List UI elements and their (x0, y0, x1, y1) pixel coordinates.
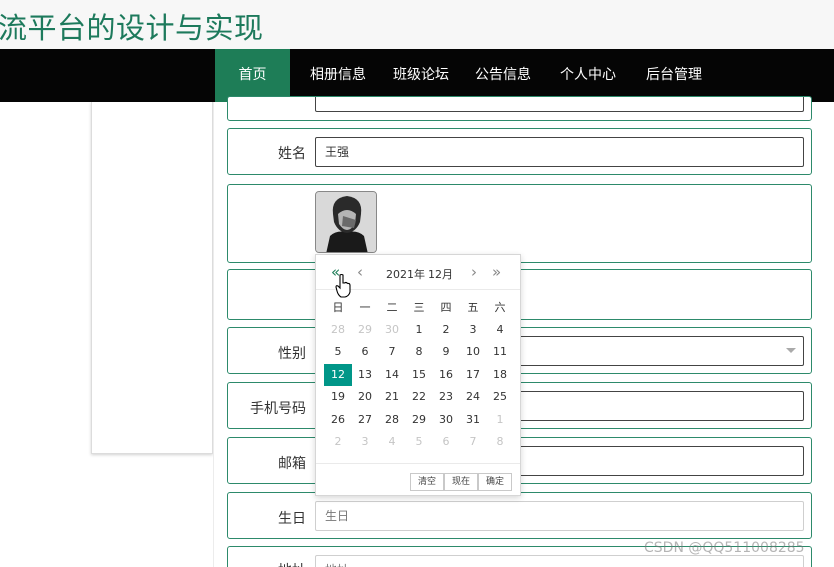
weekday-header: 五 (467, 301, 479, 314)
calendar-day[interactable]: 18 (487, 365, 513, 385)
birthday-input[interactable]: 生日 (315, 501, 804, 531)
gender-label: 性别 (278, 346, 306, 362)
calendar-day[interactable]: 8 (406, 342, 432, 362)
nav-item-albums[interactable]: 相册信息 (300, 49, 376, 102)
calendar-day[interactable]: 25 (487, 387, 513, 407)
calendar-day[interactable]: 30 (433, 410, 459, 430)
calendar-day[interactable]: 8 (487, 432, 513, 452)
calendar-day[interactable]: 30 (379, 320, 405, 340)
calendar-day[interactable]: 13 (352, 365, 378, 385)
calendar-day[interactable]: 3 (460, 320, 486, 340)
calendar-day[interactable]: 17 (460, 365, 486, 385)
site-header: 流平台的设计与实现 (0, 0, 834, 49)
calendar-day[interactable]: 28 (379, 410, 405, 430)
calendar-day[interactable]: 21 (379, 387, 405, 407)
address-input[interactable]: 地址 (315, 555, 804, 567)
calendar-day[interactable]: 28 (325, 320, 351, 340)
calendar-day[interactable]: 2 (433, 320, 459, 340)
watermark: CSDN @QQ511008285 (644, 540, 805, 556)
now-button[interactable]: 现在 (444, 473, 478, 491)
avatar-photo-icon (316, 192, 376, 252)
calendar-day[interactable]: 5 (406, 432, 432, 452)
calendar-day[interactable]: 22 (406, 387, 432, 407)
calendar-day[interactable]: 16 (433, 365, 459, 385)
weekday-header: 日 (332, 301, 344, 314)
weekday-header: 三 (413, 301, 425, 314)
calendar-year[interactable]: 2021年 (386, 266, 425, 282)
form-row-top (227, 96, 812, 121)
nav-item-home[interactable]: 首页 (215, 49, 290, 102)
nav-item-forum[interactable]: 班级论坛 (384, 49, 458, 102)
next-month-icon[interactable]: › (471, 264, 477, 280)
calendar-day[interactable]: 14 (379, 365, 405, 385)
nav-item-notices[interactable]: 公告信息 (466, 49, 540, 102)
weekday-header: 四 (440, 301, 452, 314)
avatar[interactable] (315, 191, 377, 253)
calendar-day[interactable]: 4 (487, 320, 513, 340)
calendar-day[interactable]: 2 (325, 432, 351, 452)
calendar-day[interactable]: 29 (406, 410, 432, 430)
calendar-day[interactable]: 7 (460, 432, 486, 452)
calendar-day[interactable]: 29 (352, 320, 378, 340)
date-picker-footer: 清空 现在 确定 (316, 463, 520, 496)
calendar-month[interactable]: 12月 (428, 266, 453, 282)
left-sidebar-panel (91, 102, 213, 454)
main-nav: 首页 相册信息 班级论坛 公告信息 个人中心 后台管理 (0, 49, 834, 102)
hand-cursor-icon (335, 273, 351, 298)
calendar-day[interactable]: 19 (325, 387, 351, 407)
prev-month-icon[interactable]: ‹ (357, 264, 363, 280)
calendar-day[interactable]: 31 (460, 410, 486, 430)
calendar-day[interactable]: 5 (325, 342, 351, 362)
calendar-day[interactable]: 24 (460, 387, 486, 407)
name-input[interactable]: 王强 (315, 137, 804, 167)
weekday-header: 六 (494, 301, 506, 314)
calendar-day[interactable]: 15 (406, 365, 432, 385)
calendar-day[interactable]: 11 (487, 342, 513, 362)
calendar-day[interactable]: 3 (352, 432, 378, 452)
site-title: 流平台的设计与实现 (0, 11, 264, 45)
calendar-day[interactable]: 7 (379, 342, 405, 362)
calendar-day[interactable]: 27 (352, 410, 378, 430)
chevron-down-icon (786, 348, 796, 353)
calendar-day[interactable]: 1 (406, 320, 432, 340)
confirm-button[interactable]: 确定 (478, 473, 512, 491)
birthday-label: 生日 (278, 511, 306, 527)
clear-button[interactable]: 清空 (410, 473, 444, 491)
calendar-day[interactable]: 10 (460, 342, 486, 362)
next-year-icon[interactable]: » (492, 264, 501, 280)
calendar-day[interactable]: 1 (487, 410, 513, 430)
calendar-day[interactable]: 9 (433, 342, 459, 362)
name-label: 姓名 (278, 146, 306, 162)
nav-item-admin[interactable]: 后台管理 (636, 49, 712, 102)
calendar-day-selected[interactable]: 12 (324, 364, 352, 386)
address-label: 地址 (226, 560, 306, 567)
calendar-day[interactable]: 20 (352, 387, 378, 407)
calendar-day[interactable]: 4 (379, 432, 405, 452)
calendar-day[interactable]: 23 (433, 387, 459, 407)
phone-label: 手机号码 (250, 401, 306, 417)
calendar-day[interactable]: 6 (433, 432, 459, 452)
weekday-header: 一 (359, 301, 371, 314)
calendar-day[interactable]: 26 (325, 410, 351, 430)
email-label: 邮箱 (278, 456, 306, 472)
nav-item-profile[interactable]: 个人中心 (550, 49, 626, 102)
calendar-day[interactable]: 6 (352, 342, 378, 362)
top-input[interactable] (315, 97, 804, 112)
weekday-header: 二 (386, 301, 398, 314)
